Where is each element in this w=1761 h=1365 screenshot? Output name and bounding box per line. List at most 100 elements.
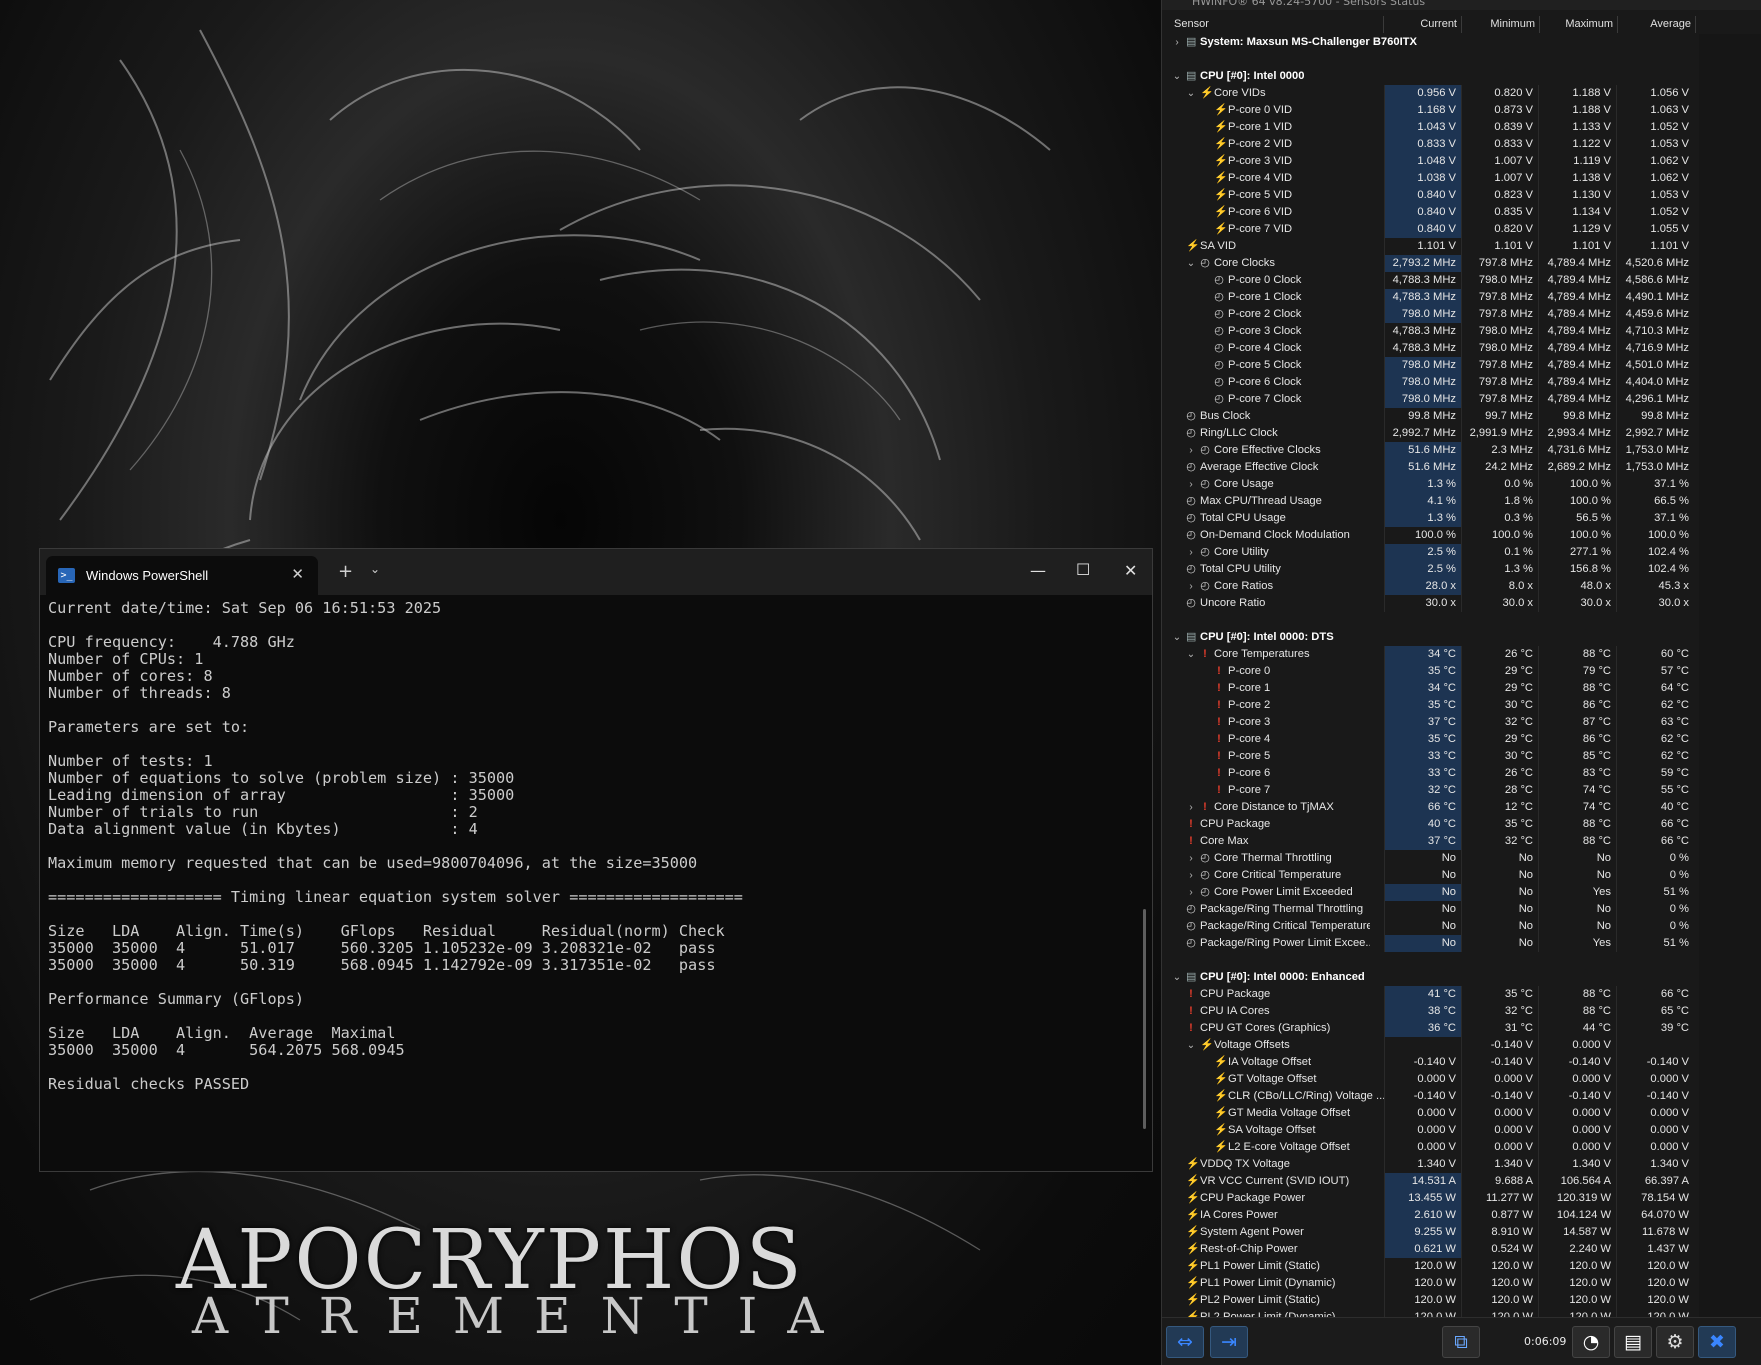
sensor-row[interactable]: ⚡ PL2 Power Limit (Static) 120.0 W 120.0 W1… [1162, 1292, 1698, 1309]
close-window-icon[interactable]: ✕ [1124, 561, 1137, 580]
sensor-row[interactable]: ◴ P-core 0 Clock 4,788.3 MHz 798.0 MHz 4,789… [1162, 272, 1698, 289]
sensor-row[interactable]: ◴ P-core 7 Clock 798.0 MHz 797.8 MHz 4,789.4… [1162, 391, 1698, 408]
sensor-row[interactable]: ⚡ PL1 Power Limit (Dynamic) 120.0 W 120.0 W… [1162, 1275, 1698, 1292]
sensor-row[interactable]: ⚡ P-core 1 VID 1.043 V 0.839 V 1.133 V 1.052 … [1162, 119, 1698, 136]
sensor-row[interactable]: ◴ Uncore Ratio 30.0 x 30.0 x 30.0 x 30.0 x [1162, 595, 1698, 612]
collapse-chevron-icon[interactable]: ⌄ [1172, 629, 1182, 646]
sensor-row[interactable]: › ◴ Core Usage 1.3 % 0.0 % 100.0 % 37.1 % [1162, 476, 1698, 493]
sensor-row[interactable]: ! CPU GT Cores (Graphics) 36 °C 31 °C 44 °C 3… [1162, 1020, 1698, 1037]
column-current[interactable]: Current [1384, 16, 1462, 33]
sensor-row[interactable]: ⚡ P-core 3 VID 1.048 V 1.007 V 1.119 V 1.062 … [1162, 153, 1698, 170]
sensor-row[interactable]: ⚡ P-core 5 VID 0.840 V 0.823 V 1.130 V 1.053 … [1162, 187, 1698, 204]
sensor-row[interactable]: ◴ Package/Ring Thermal Throttling No No No 0 … [1162, 901, 1698, 918]
terminal-scrollbar[interactable] [1143, 909, 1146, 1129]
sensor-row[interactable]: ◴ Package/Ring Power Limit Excee... No No Ye… [1162, 935, 1698, 952]
collapse-chevron-icon[interactable]: ⌄ [1172, 68, 1182, 85]
sensor-row[interactable]: ◴ P-core 4 Clock 4,788.3 MHz 798.0 MHz 4,789… [1162, 340, 1698, 357]
sensor-row[interactable]: ◴ Ring/LLC Clock 2,992.7 MHz 2,991.9 MHz 2,9… [1162, 425, 1698, 442]
sensor-row[interactable]: ⚡ Rest-of-Chip Power 0.621 W 0.524 W 2.240 W… [1162, 1241, 1698, 1258]
sensor-row[interactable]: ⚡ SA Voltage Offset 0.000 V 0.000 V 0.000 V0… [1162, 1122, 1698, 1139]
sensor-row[interactable]: ⚡ System Agent Power 9.255 W 8.910 W 14.587 … [1162, 1224, 1698, 1241]
terminal-output[interactable]: Current date/time: Sat Sep 06 16:51:53 2… [48, 599, 1132, 1163]
sensor-row[interactable]: ◴ P-core 3 Clock 4,788.3 MHz 798.0 MHz 4,789… [1162, 323, 1698, 340]
sensor-row[interactable]: ⚡ P-core 0 VID 1.168 V 0.873 V 1.188 V 1.063 … [1162, 102, 1698, 119]
powershell-tab[interactable]: >_ Windows PowerShell ✕ [46, 556, 318, 595]
collapse-chevron-icon[interactable]: ⌄ [1186, 85, 1196, 102]
sensor-row[interactable]: ⚡ GT Voltage Offset 0.000 V 0.000 V 0.000 V0… [1162, 1071, 1698, 1088]
sensor-row[interactable]: ⌄ ⚡ Voltage Offsets -0.140 V 0.000 V [1162, 1037, 1698, 1054]
sensor-row[interactable]: ◴ P-core 5 Clock 798.0 MHz 797.8 MHz 4,789.4… [1162, 357, 1698, 374]
collapse-chevron-icon[interactable]: ⌄ [1186, 1037, 1196, 1054]
sensor-row[interactable]: ◴ P-core 2 Clock 798.0 MHz 797.8 MHz 4,789.4… [1162, 306, 1698, 323]
expand-chevron-icon[interactable]: › [1172, 34, 1182, 51]
navigate-left-right-button[interactable]: ⇔ [1166, 1326, 1204, 1358]
sensor-row[interactable]: ! CPU IA Cores 38 °C 32 °C 88 °C 65 °C [1162, 1003, 1698, 1020]
sensor-row[interactable]: ! P-core 7 32 °C 28 °C 74 °C 55 °C [1162, 782, 1698, 799]
expand-chevron-icon[interactable]: › [1186, 442, 1196, 459]
hwinfo-titlebar[interactable]: HWiNFO® 64 v8.24-5700 - Sensors Status [1162, 0, 1761, 10]
sensor-row[interactable]: ⚡ L2 E-core Voltage Offset 0.000 V 0.000 V0… [1162, 1139, 1698, 1156]
sensor-row[interactable]: ! P-core 0 35 °C 29 °C 79 °C 57 °C [1162, 663, 1698, 680]
sensor-row[interactable]: › ◴ Core Utility 2.5 % 0.1 % 277.1 % 102.4 % [1162, 544, 1698, 561]
expand-chevron-icon[interactable]: › [1186, 850, 1196, 867]
sensor-row[interactable]: ⌄ ◴ Core Clocks 2,793.2 MHz 797.8 MHz 4,789.4… [1162, 255, 1698, 272]
column-minimum[interactable]: Minimum [1462, 16, 1540, 33]
sensor-row[interactable]: › ◴ Core Thermal Throttling No No No 0 % [1162, 850, 1698, 867]
sensor-row[interactable]: ⚡ VDDQ TX Voltage 1.340 V 1.340 V 1.340 V 1.3… [1162, 1156, 1698, 1173]
sensor-row[interactable]: ! P-core 5 33 °C 30 °C 85 °C 62 °C [1162, 748, 1698, 765]
sensor-row[interactable]: ⚡ VR VCC Current (SVID IOUT) 14.531 A 9.688… [1162, 1173, 1698, 1190]
sensor-row[interactable]: ! P-core 3 37 °C 32 °C 87 °C 63 °C [1162, 714, 1698, 731]
sensor-row[interactable]: ! P-core 4 35 °C 29 °C 86 °C 62 °C [1162, 731, 1698, 748]
sensor-row[interactable]: ◴ P-core 1 Clock 4,788.3 MHz 797.8 MHz 4,789… [1162, 289, 1698, 306]
sensor-row[interactable]: ! Core Max 37 °C 32 °C 88 °C 66 °C [1162, 833, 1698, 850]
expand-chevron-icon[interactable]: › [1186, 578, 1196, 595]
sensor-row[interactable]: ◴ Max CPU/Thread Usage 4.1 % 1.8 % 100.0 % 66… [1162, 493, 1698, 510]
collapse-chevron-icon[interactable]: ⌄ [1172, 969, 1182, 986]
sensor-row[interactable]: ⌄! Core Temperatures 34 °C 26 °C 88 °C 60 °C [1162, 646, 1698, 663]
close-tab-icon[interactable]: ✕ [291, 565, 304, 583]
new-tab-icon[interactable]: + [338, 561, 353, 582]
collapse-chevron-icon[interactable]: ⌄ [1186, 255, 1196, 272]
column-average[interactable]: Average [1618, 16, 1696, 33]
sensor-row[interactable]: ⚡ IA Voltage Offset -0.140 V -0.140 V -0.140… [1162, 1054, 1698, 1071]
sensor-row[interactable]: ⚡ P-core 4 VID 1.038 V 1.007 V 1.138 V 1.062 … [1162, 170, 1698, 187]
expand-chevron-icon[interactable]: › [1186, 476, 1196, 493]
sensor-row[interactable]: › ◴ Core Effective Clocks 51.6 MHz 2.3 MHz 4,… [1162, 442, 1698, 459]
minimize-icon[interactable]: — [1030, 561, 1046, 580]
sensor-row[interactable]: ⌄ ⚡ Core VIDs 0.956 V 0.820 V 1.188 V 1.056 V [1162, 85, 1698, 102]
sensor-group-row[interactable]: ⌄ ▤ CPU [#0]: Intel 0000 [1162, 68, 1698, 85]
expand-chevron-icon[interactable]: › [1186, 867, 1196, 884]
maximize-icon[interactable]: ☐ [1076, 560, 1090, 579]
clock-icon[interactable]: ◔ [1572, 1326, 1610, 1358]
sensor-row[interactable]: ⚡ P-core 6 VID 0.840 V 0.835 V 1.134 V 1.052 … [1162, 204, 1698, 221]
settings-gear-icon[interactable]: ⚙ [1656, 1326, 1694, 1358]
sensor-row[interactable]: ›! Core Distance to TjMAX 66 °C 12 °C 74 °C 4… [1162, 799, 1698, 816]
collapse-chevron-icon[interactable]: ⌄ [1186, 646, 1196, 663]
expand-chevron-icon[interactable]: › [1186, 544, 1196, 561]
sensor-row[interactable]: ⚡ IA Cores Power 2.610 W 0.877 W 104.124 W 64… [1162, 1207, 1698, 1224]
sensor-row[interactable]: ◴ Total CPU Usage 1.3 % 0.3 % 56.5 % 37.1 % [1162, 510, 1698, 527]
sensor-row[interactable]: ◴ Total CPU Utility 2.5 % 1.3 % 156.8 % 102.4… [1162, 561, 1698, 578]
sensor-row[interactable]: ! P-core 2 35 °C 30 °C 86 °C 62 °C [1162, 697, 1698, 714]
sensor-row[interactable]: ⚡ GT Media Voltage Offset 0.000 V 0.000 V 0.… [1162, 1105, 1698, 1122]
sensor-row[interactable]: ! P-core 1 34 °C 29 °C 88 °C 64 °C [1162, 680, 1698, 697]
sensor-row[interactable]: ◴ Average Effective Clock 51.6 MHz 24.2 MHz… [1162, 459, 1698, 476]
column-sensor[interactable]: Sensor [1170, 16, 1384, 33]
sensor-row[interactable]: ⚡ P-core 2 VID 0.833 V 0.833 V 1.122 V 1.053 … [1162, 136, 1698, 153]
sensor-group-row[interactable]: ⌄ ▤ CPU [#0]: Intel 0000: Enhanced [1162, 969, 1698, 986]
sensor-row[interactable]: ! P-core 6 33 °C 26 °C 83 °C 59 °C [1162, 765, 1698, 782]
sensor-row[interactable]: ⚡ PL2 Power Limit (Dynamic) 120.0 W 120.0 W… [1162, 1309, 1698, 1317]
powershell-titlebar[interactable]: >_ Windows PowerShell ✕ + ⌄ — ☐ ✕ [40, 549, 1152, 595]
sensor-row[interactable]: ⚡ CPU Package Power 13.455 W 11.277 W 120.31… [1162, 1190, 1698, 1207]
expand-chevron-icon[interactable]: › [1186, 884, 1196, 901]
sensor-row[interactable]: ◴ On-Demand Clock Modulation 100.0 % 100.0 … [1162, 527, 1698, 544]
sensor-table-scroll-area[interactable] [1699, 34, 1761, 1317]
close-icon[interactable]: ✖ [1698, 1326, 1736, 1358]
chevron-down-icon[interactable]: ⌄ [370, 562, 380, 576]
sensor-row[interactable]: ! CPU Package 41 °C 35 °C 88 °C 66 °C [1162, 986, 1698, 1003]
column-maximum[interactable]: Maximum [1540, 16, 1618, 33]
add-report-icon[interactable]: ▤ [1614, 1326, 1652, 1358]
sensor-row[interactable]: ⚡ SA VID 1.101 V 1.101 V 1.101 V 1.101 V [1162, 238, 1698, 255]
sensor-row[interactable]: ⚡ P-core 7 VID 0.840 V 0.820 V 1.129 V 1.055 … [1162, 221, 1698, 238]
sensor-row[interactable]: › ◴ Core Critical Temperature No No No 0 % [1162, 867, 1698, 884]
